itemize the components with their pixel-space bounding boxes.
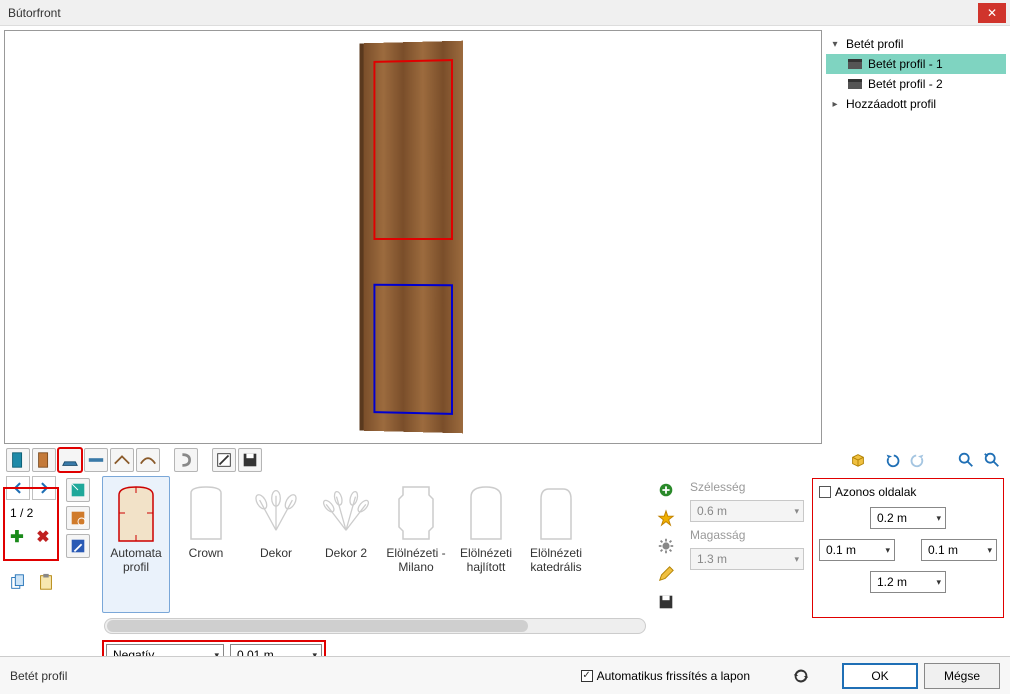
profile-item-icon: [848, 59, 862, 69]
handle-icon[interactable]: [174, 448, 198, 472]
height-label: Magasság: [690, 528, 804, 542]
add-panel-button[interactable]: ✚: [6, 526, 28, 548]
edge-icon[interactable]: [110, 448, 134, 472]
sides-panel: Azonos oldalak 0.2 m▾ 0.1 m▾ 0.1 m▾ 1.2 …: [812, 478, 1004, 618]
gallery-actions: [654, 476, 682, 634]
status-label: Betét profil: [10, 669, 581, 683]
profile-item-icon: [848, 79, 862, 89]
redo-icon[interactable]: [906, 448, 930, 472]
ok-button[interactable]: OK: [842, 663, 918, 689]
gallery-item-dekor2[interactable]: Dekor 2: [312, 476, 380, 613]
refresh-icon[interactable]: [790, 665, 812, 687]
undo-icon[interactable]: [880, 448, 904, 472]
gear-icon[interactable]: [654, 534, 678, 558]
paste-icon[interactable]: [34, 570, 58, 594]
gallery-label: Elölnézeti - Milano: [385, 547, 447, 575]
zoom-out-icon[interactable]: [980, 448, 1004, 472]
tree-item-1-label: Betét profil - 1: [868, 57, 943, 71]
width-label: Szélesség: [690, 480, 804, 494]
pencil-icon[interactable]: [654, 562, 678, 586]
book-blue-icon[interactable]: [66, 534, 90, 558]
star-icon[interactable]: [654, 506, 678, 530]
tree-added[interactable]: ▸ Hozzáadott profil: [826, 94, 1006, 114]
edge2-icon[interactable]: [136, 448, 160, 472]
tree-root[interactable]: ▾ Betét profil: [826, 34, 1006, 54]
tree-item-1[interactable]: Betét profil - 1: [826, 54, 1006, 74]
profile-icon[interactable]: [58, 448, 82, 472]
door-model: [364, 41, 463, 434]
copy-icon[interactable]: [6, 570, 30, 594]
window-title: Bútorfront: [8, 6, 978, 20]
edit-icon[interactable]: [212, 448, 236, 472]
disk-icon[interactable]: [654, 590, 678, 614]
cancel-button[interactable]: Mégse: [924, 663, 1000, 689]
side-bottom-input[interactable]: 1.2 m▾: [870, 571, 946, 593]
preview-3d[interactable]: [4, 30, 822, 444]
dimension-panel: Szélesség 0.6 m▾ Magasság 1.3 m▾: [688, 476, 806, 634]
panel-alt-icon[interactable]: [32, 448, 56, 472]
nav-column: 1 / 2 ✚ ✖: [6, 476, 60, 634]
gallery-item-crown[interactable]: Crown: [172, 476, 240, 613]
rail-icon[interactable]: [84, 448, 108, 472]
tree-item-2[interactable]: Betét profil - 2: [826, 74, 1006, 94]
cube-icon[interactable]: [846, 448, 870, 472]
panel-outline-2: [373, 284, 453, 415]
gallery-item-hajlitott[interactable]: Elölnézeti hajlított: [452, 476, 520, 613]
gallery-scrollbar[interactable]: [104, 618, 646, 634]
footer: Betét profil Automatikus frissítés a lap…: [0, 656, 1010, 694]
width-dropdown: 0.6 m▾: [690, 500, 804, 522]
delete-panel-button[interactable]: ✖: [32, 526, 54, 548]
chevron-right-icon: ▸: [830, 99, 840, 110]
titlebar: Bútorfront ✕: [0, 0, 1010, 26]
gallery-label: Elölnézeti katedrális: [525, 547, 587, 575]
zoom-in-icon[interactable]: [954, 448, 978, 472]
book-orange-icon[interactable]: [66, 506, 90, 530]
lower-section: 1 / 2 ✚ ✖ Automata profil Crown: [0, 474, 1010, 634]
tree-added-label: Hozzáadott profil: [846, 97, 936, 111]
chevron-down-icon: ▾: [830, 39, 840, 50]
close-button[interactable]: ✕: [978, 3, 1006, 23]
side-right-input[interactable]: 0.1 m▾: [921, 539, 997, 561]
mid-toolbar: [0, 446, 1010, 474]
same-sides-checkbox[interactable]: [819, 486, 831, 498]
height-dropdown: 1.3 m▾: [690, 548, 804, 570]
gallery-label: Dekor: [260, 547, 292, 575]
profile-tree: ▾ Betét profil Betét profil - 1 Betét pr…: [822, 26, 1010, 444]
panel-icon[interactable]: [6, 448, 30, 472]
gallery-label: Elölnézeti hajlított: [455, 547, 517, 575]
gallery-item-katedralis[interactable]: Elölnézeti katedrális: [522, 476, 590, 613]
auto-refresh-label: Automatikus frissítés a lapon: [597, 669, 750, 683]
gallery-item-dekor[interactable]: Dekor: [242, 476, 310, 613]
profile-gallery: Automata profil Crown Dekor Dekor 2 Elöl…: [102, 476, 648, 634]
tree-root-label: Betét profil: [846, 37, 903, 51]
gallery-label: Dekor 2: [325, 547, 367, 575]
page-label: 1 / 2: [6, 504, 60, 522]
main-area: ▾ Betét profil Betét profil - 1 Betét pr…: [0, 26, 1010, 444]
prev-button[interactable]: [6, 476, 30, 500]
book-teal-icon[interactable]: [66, 478, 90, 502]
gallery-item-automata[interactable]: Automata profil: [102, 476, 170, 613]
add-icon[interactable]: [654, 478, 678, 502]
gallery-item-milano[interactable]: Elölnézeti - Milano: [382, 476, 450, 613]
next-button[interactable]: [32, 476, 56, 500]
side-left-input[interactable]: 0.1 m▾: [819, 539, 895, 561]
tree-item-2-label: Betét profil - 2: [868, 77, 943, 91]
same-sides-label: Azonos oldalak: [835, 485, 916, 499]
side-top-input[interactable]: 0.2 m▾: [870, 507, 946, 529]
save-icon[interactable]: [238, 448, 262, 472]
auto-refresh-checkbox[interactable]: [581, 670, 593, 682]
gallery-label: Crown: [189, 547, 224, 575]
catalog-icons: [66, 476, 96, 634]
gallery-label: Automata profil: [105, 547, 167, 575]
panel-outline-1: [373, 59, 453, 240]
